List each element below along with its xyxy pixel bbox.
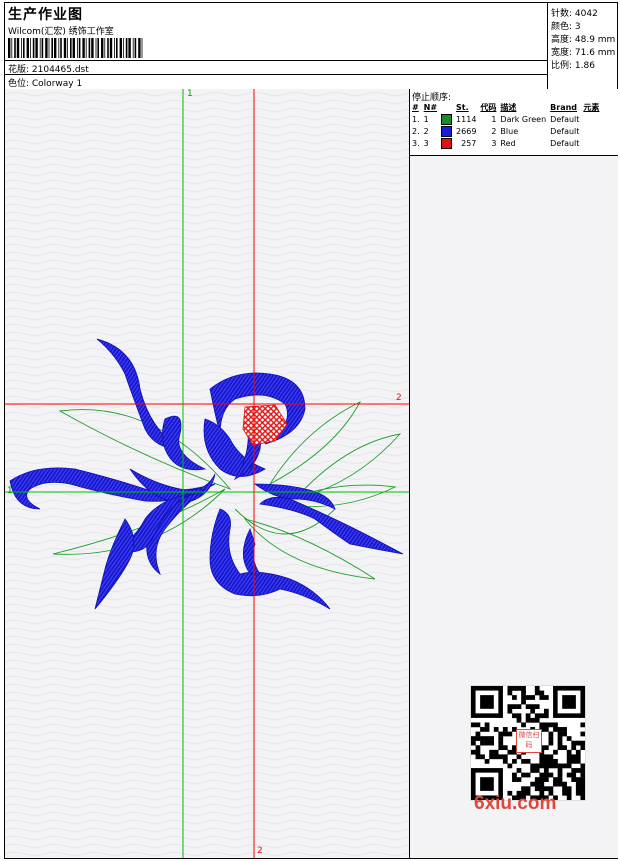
- stitch-count: 针数: 4042: [551, 9, 598, 19]
- table-row: 2. 2 2669 2 Blue Default: [412, 125, 580, 137]
- color-swatch: [441, 137, 453, 149]
- table-header: # N# St. 代码 描述 Brand 元素: [411, 101, 602, 113]
- stop-sequence-panel: 停止顺序: # N# St. 代码 描述 Brand 元素 1. 1 1114 …: [409, 89, 618, 858]
- design-scale: 比例: 1.86: [551, 61, 595, 71]
- embroidery-preview: [5, 89, 409, 858]
- design-canvas: 1 1 2 2: [5, 89, 409, 858]
- colorway: 色位: Colorway 1: [8, 79, 83, 89]
- green-axis-label: 1: [187, 89, 193, 99]
- col-stitches: St.: [456, 102, 469, 112]
- red-axis-label-right: 2: [396, 393, 402, 403]
- green-left-label: 1: [7, 486, 13, 496]
- design-stats: 针数: 4042 颜色: 3 高度: 48.9 mm 宽度: 71.6 mm 比…: [547, 3, 618, 89]
- divider: [5, 74, 547, 75]
- color-stop-table: # N# St. 代码 描述 Brand 元素 1. 1 1114 1 Dark…: [411, 101, 602, 149]
- col-code: 代码: [480, 102, 497, 112]
- watermark-seal: 微信扫码: [516, 729, 542, 753]
- col-n: N#: [423, 102, 438, 112]
- color-count: 颜色: 3: [551, 22, 581, 32]
- col-index: #: [412, 102, 419, 112]
- color-swatch: [441, 113, 453, 125]
- divider: [5, 60, 547, 61]
- company-name: Wilcom(汇宏) 绣饰工作室: [8, 27, 114, 37]
- table-row: 3. 3 257 3 Red Default: [412, 137, 580, 149]
- design-height: 高度: 48.9 mm: [551, 35, 616, 45]
- barcode: [8, 38, 143, 58]
- table-row: 1. 1 1114 1 Dark Green Default: [412, 113, 580, 125]
- stop-sequence: 停止顺序: # N# St. 代码 描述 Brand 元素 1. 1 1114 …: [410, 89, 618, 156]
- header: 生产作业图 Wilcom(汇宏) 绣饰工作室 花版: 2104465.dst 色…: [5, 3, 617, 90]
- header-info: 生产作业图 Wilcom(汇宏) 绣饰工作室 花版: 2104465.dst 色…: [5, 3, 547, 89]
- red-axis-label-bottom: 2: [257, 846, 263, 856]
- col-desc: 描述: [500, 102, 517, 112]
- col-element: 元素: [583, 102, 600, 112]
- color-swatch: [441, 125, 453, 137]
- design-width: 宽度: 71.6 mm: [551, 48, 616, 58]
- col-brand: Brand: [550, 102, 578, 112]
- watermark-site: 6xiu.com: [474, 793, 557, 814]
- page-title: 生产作业图: [8, 7, 83, 23]
- production-sheet: 生产作业图 Wilcom(汇宏) 绣饰工作室 花版: 2104465.dst 色…: [4, 2, 618, 859]
